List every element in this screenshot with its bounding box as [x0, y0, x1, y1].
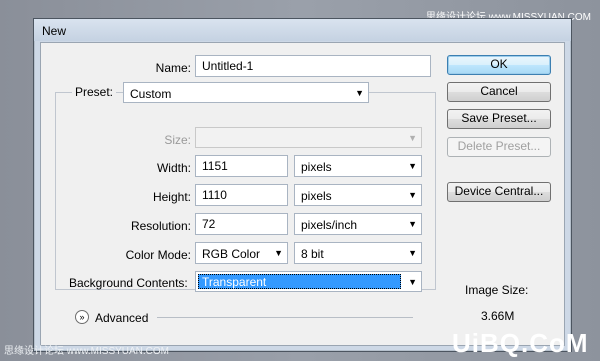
- width-unit-dropdown[interactable]: pixels ▼: [294, 155, 422, 177]
- chevron-down-icon: ▼: [408, 133, 417, 143]
- color-mode-dropdown[interactable]: RGB Color ▼: [195, 242, 288, 264]
- preset-dropdown-value: Custom: [130, 87, 172, 101]
- save-preset-button[interactable]: Save Preset...: [447, 109, 551, 129]
- resolution-label: Resolution:: [130, 219, 191, 233]
- chevron-down-icon: ▼: [274, 248, 283, 258]
- chevron-down-icon: ▼: [408, 219, 417, 229]
- preset-dropdown[interactable]: Custom ▼: [123, 82, 369, 103]
- advanced-label[interactable]: Advanced: [95, 311, 148, 325]
- color-mode-label: Color Mode:: [125, 248, 191, 262]
- width-unit-value: pixels: [301, 160, 332, 174]
- preset-label: Preset:: [72, 85, 117, 99]
- chevron-down-icon: ▼: [408, 277, 417, 287]
- width-input[interactable]: 1151: [195, 155, 288, 177]
- chevron-down-icon: ▼: [408, 248, 417, 258]
- color-mode-value: RGB Color: [202, 247, 261, 261]
- device-central-button[interactable]: Device Central...: [447, 182, 551, 202]
- resolution-input-value: 72: [202, 217, 216, 231]
- new-document-dialog: New Name: Untitled-1 Preset: Custom ▼ Si…: [33, 18, 572, 352]
- chevron-down-icon: ▼: [408, 161, 417, 171]
- chevron-down-icon: ▼: [355, 88, 364, 98]
- background-contents-label: Background Contents:: [69, 276, 188, 290]
- dialog-content: Name: Untitled-1 Preset: Custom ▼ Size: …: [40, 42, 565, 346]
- height-input[interactable]: 1110: [195, 184, 288, 206]
- watermark-bottom-left: 思缘设计论坛 www.MISSYUAN.COM: [4, 346, 170, 357]
- height-unit-dropdown[interactable]: pixels ▼: [294, 184, 422, 206]
- width-input-value: 1151: [202, 159, 228, 173]
- resolution-input[interactable]: 72: [195, 213, 288, 235]
- image-size-label: Image Size:: [465, 283, 529, 297]
- dialog-title: New: [42, 24, 67, 38]
- bit-depth-value: 8 bit: [301, 247, 324, 261]
- bit-depth-dropdown[interactable]: 8 bit ▼: [294, 242, 422, 264]
- height-input-value: 1110: [202, 188, 227, 202]
- width-label: Width:: [156, 161, 191, 175]
- dialog-title-bar[interactable]: New: [34, 19, 571, 41]
- resolution-unit-value: pixels/inch: [301, 218, 358, 232]
- watermark-bottom-right: UiBQ.CoM: [452, 328, 589, 358]
- image-size-value: 3.66M: [481, 309, 515, 323]
- background-contents-dropdown[interactable]: Transparent ▼: [195, 271, 422, 292]
- size-dropdown[interactable]: ▼: [195, 127, 422, 148]
- double-chevron-down-icon[interactable]: »: [75, 310, 89, 324]
- size-label: Size:: [164, 133, 191, 147]
- cancel-button[interactable]: Cancel: [447, 82, 551, 102]
- background-contents-value: Transparent: [202, 275, 267, 289]
- delete-preset-button[interactable]: Delete Preset...: [447, 137, 551, 157]
- height-label: Height:: [152, 190, 191, 204]
- height-unit-value: pixels: [301, 189, 332, 203]
- name-label: Name:: [155, 61, 191, 75]
- chevron-down-icon: ▼: [408, 190, 417, 200]
- advanced-divider: [157, 317, 413, 318]
- name-input-value: Untitled-1: [202, 59, 254, 73]
- ok-button[interactable]: OK: [447, 55, 551, 75]
- name-input[interactable]: Untitled-1: [195, 55, 431, 77]
- resolution-unit-dropdown[interactable]: pixels/inch ▼: [294, 213, 422, 235]
